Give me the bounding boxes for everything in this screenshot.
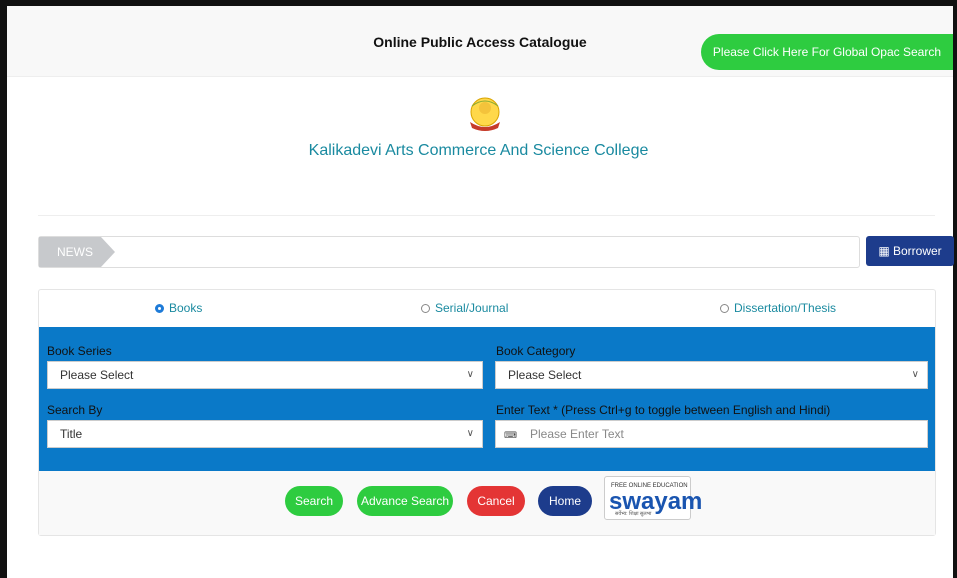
keyboard-icon: ⌨: [504, 430, 517, 440]
tab-books-label: Books: [169, 301, 203, 315]
borrower-login-label: Borrower Login: [893, 244, 942, 288]
search-by-select[interactable]: Title ∨: [47, 420, 483, 448]
window-frame-left: [0, 0, 7, 578]
college-name: Kalikadevi Arts Commerce And Science Col…: [308, 142, 649, 159]
tab-dissertation-label: Dissertation/Thesis: [734, 301, 837, 315]
book-category-select[interactable]: Please Select ∨: [495, 361, 928, 389]
swayam-logo-link[interactable]: FREE ONLINE EDUCATION swayam सर्वेभ्य: श…: [604, 476, 702, 520]
radio-icon: [421, 303, 430, 313]
home-button[interactable]: Home: [538, 486, 592, 516]
chevron-down-icon: ∨: [911, 369, 919, 380]
chevron-down-icon: ∨: [466, 428, 474, 439]
swayam-subtitle: सर्वेभ्य: शिक्षा सुलभा: [615, 511, 652, 517]
top-header: Online Public Access Catalogue Please Cl…: [7, 6, 953, 77]
news-label: NEWS: [39, 237, 101, 267]
enter-text-placeholder: Please Enter Text: [530, 427, 624, 441]
book-series-value: Please Select: [60, 368, 134, 382]
search-panel: Books Serial/Journal Dissertation/Thesis…: [38, 289, 936, 536]
window-frame-right: [953, 0, 957, 578]
radio-selected-icon: [155, 303, 164, 313]
chevron-down-icon: ∨: [466, 369, 474, 380]
book-category-value: Please Select: [508, 368, 582, 382]
college-logo: [458, 92, 512, 134]
id-card-icon: ▦: [878, 244, 890, 258]
borrower-login-button[interactable]: ▦ Borrower Login: [866, 236, 954, 288]
action-buttons: Search Advance Search Cancel Home FREE O…: [39, 471, 935, 535]
tab-serial-label: Serial/Journal: [435, 301, 509, 315]
book-category-label: Book Category: [496, 344, 576, 358]
divider: [38, 215, 935, 216]
tab-serial-journal[interactable]: Serial/Journal: [421, 301, 508, 315]
tab-dissertation-thesis[interactable]: Dissertation/Thesis: [720, 301, 836, 315]
news-ticker: NEWS: [38, 236, 860, 268]
advance-search-button[interactable]: Advance Search: [357, 486, 453, 516]
search-by-label: Search By: [47, 403, 103, 417]
global-opac-search-button[interactable]: Please Click Here For Global Opac Search: [700, 34, 953, 70]
book-series-select[interactable]: Please Select ∨: [47, 361, 483, 389]
search-by-value: Title: [60, 427, 83, 441]
cancel-button[interactable]: Cancel: [467, 486, 525, 516]
radio-icon: [720, 303, 729, 313]
material-type-tabs: Books Serial/Journal Dissertation/Thesis: [39, 290, 935, 326]
news-arrow: [101, 237, 115, 267]
search-button[interactable]: Search: [285, 486, 343, 516]
search-form: Book Series Please Select ∨ Book Categor…: [39, 327, 935, 471]
book-series-label: Book Series: [47, 344, 112, 358]
tab-books[interactable]: Books: [155, 301, 202, 315]
enter-text-input[interactable]: ⌨ Please Enter Text: [495, 420, 928, 448]
enter-text-label: Enter Text * (Press Ctrl+g to toggle bet…: [496, 403, 831, 417]
